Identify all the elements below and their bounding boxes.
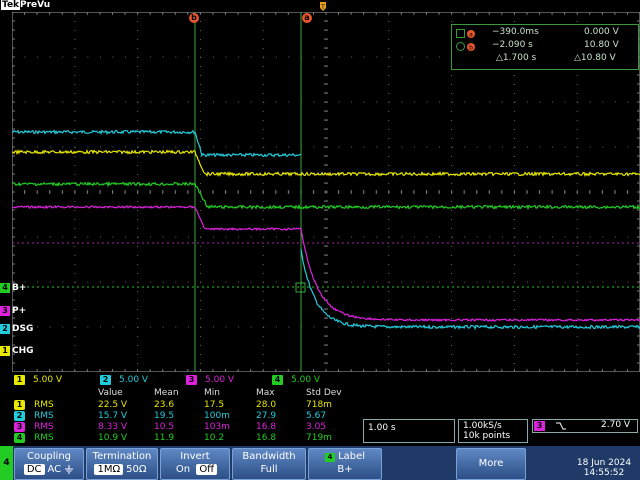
bottom-menu: 4 Coupling DC AC Termination 1MΩ 50Ω Inver… (0, 446, 640, 480)
coupling-button[interactable]: Coupling DC AC (14, 448, 84, 480)
scale-badge: 3 (186, 375, 197, 385)
menu-channel-badge: 4 (0, 446, 13, 480)
acquisition-mode: PreVu (20, 0, 51, 10)
stats-row: 4 RMS 10.9 V 11.9 10.2 16.8 719m (12, 433, 358, 444)
cursor-a-row: a −390.0ms 0.000 V (452, 27, 638, 40)
stats-header: Max (256, 388, 275, 398)
label-button[interactable]: 4 Label B+ (308, 448, 382, 480)
vertical-scale-bar: 1 5.00 V 2 5.00 V 3 5.00 V 4 5.00 V (12, 374, 358, 386)
label-channel-badge: 4 (324, 453, 335, 462)
channel-label-3: 3 P+ (0, 305, 26, 317)
falling-edge-icon (556, 422, 566, 430)
channel-badge: 3 (0, 306, 10, 316)
bandwidth-button[interactable]: Bandwidth Full (232, 448, 306, 480)
scale-ch4[interactable]: 4 5.00 V (272, 374, 320, 386)
stats-row: 2 RMS 15.7 V 19.5 100m 27.9 5.67 (12, 411, 358, 422)
invert-button[interactable]: Invert On Off (160, 448, 230, 480)
trace-ch4 (12, 180, 640, 211)
acquisition-info[interactable]: 1.00kS/s 10k points (458, 419, 528, 443)
termination-50[interactable]: 50Ω (123, 464, 149, 475)
trace-ch2-pre (12, 129, 196, 135)
channel-label-1: 1 CHG (0, 345, 34, 357)
stats-header: Mean (154, 388, 179, 398)
stats-channel-badge: 4 (14, 433, 25, 443)
ground-icon[interactable] (64, 464, 74, 474)
invert-off[interactable]: Off (196, 464, 218, 475)
scale-badge: 2 (100, 375, 111, 385)
coupling-dc[interactable]: DC (23, 464, 45, 475)
scale-ch1[interactable]: 1 5.00 V (14, 374, 62, 386)
brand-logo: Tek (1, 0, 21, 10)
scale-badge: 4 (272, 375, 283, 385)
invert-on[interactable]: On (173, 464, 193, 475)
cursor-delta-row: △1.700 s △10.80 V (496, 53, 616, 63)
trigger-readout[interactable]: 3 2.70 V (532, 419, 638, 433)
trigger-source-badge: 3 (534, 421, 545, 431)
svg-text:a: a (469, 32, 473, 39)
cursor-a-icon: a (456, 29, 475, 39)
scale-ch2[interactable]: 2 5.00 V (100, 374, 148, 386)
channel-label-4: 4 B+ (0, 282, 26, 294)
channel-badge: 4 (0, 283, 10, 293)
measurement-stats-table: Value Mean Min Max Std Dev 1 RMS 22.5 V 23.6 17.5… (12, 388, 358, 446)
stats-header: Value (98, 388, 123, 398)
stats-header: Min (204, 388, 220, 398)
svg-text:T: T (320, 4, 325, 11)
trace-ch1 (12, 148, 640, 178)
cursor-b-marker[interactable]: b (189, 13, 199, 23)
stats-header: Std Dev (306, 388, 342, 398)
channel-badge: 1 (0, 346, 10, 356)
coupling-ac[interactable]: AC (45, 464, 65, 475)
svg-text:b: b (469, 45, 473, 52)
datetime: 18 Jun 2024 14:55:52 (576, 458, 632, 478)
cursor-b-row: b −2.090 s 10.80 V (452, 40, 638, 53)
trace-ch2-mid (194, 132, 302, 158)
channel-badge: 2 (0, 324, 10, 334)
more-button[interactable]: More (456, 448, 526, 480)
stats-channel-badge: 3 (14, 422, 25, 432)
waveform-traces (12, 129, 640, 331)
stats-channel-badge: 1 (14, 400, 25, 410)
trigger-position-icon: T (320, 2, 326, 11)
scale-badge: 1 (14, 375, 25, 385)
horizontal-scale[interactable]: 1.00 s (363, 419, 455, 443)
cursor-a-marker[interactable]: a (302, 13, 312, 23)
cursor-readout: a −390.0ms 0.000 V b −2.090 s 10.80 V △1… (451, 24, 639, 70)
channel-label-2: 2 DSG (0, 323, 33, 335)
termination-1m[interactable]: 1MΩ (94, 464, 124, 475)
scale-ch3[interactable]: 3 5.00 V (186, 374, 234, 386)
stats-row: 1 RMS 22.5 V 23.6 17.5 28.0 718m (12, 400, 358, 411)
termination-button[interactable]: Termination 1MΩ 50Ω (86, 448, 158, 480)
cursor-b-icon: b (456, 42, 475, 52)
stats-channel-badge: 2 (14, 411, 25, 421)
trace-ch3-post (300, 229, 640, 323)
stats-row: 3 RMS 8.33 V 10.5 103m 16.8 3.05 (12, 422, 358, 433)
trace-ch3-pre (12, 204, 302, 232)
